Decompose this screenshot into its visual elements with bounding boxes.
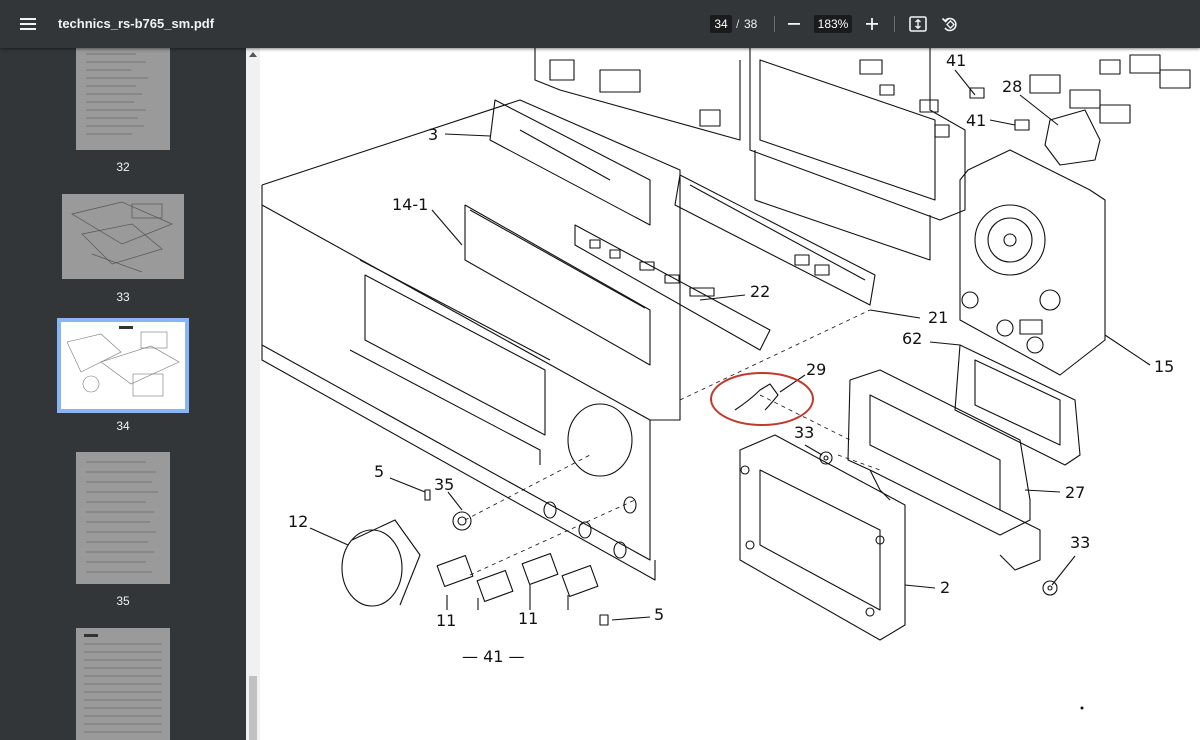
- plus-icon: [866, 18, 878, 30]
- thumbnail-content: [71, 201, 173, 273]
- callout-label: 15: [1154, 357, 1174, 376]
- thumbnail-label: 32: [116, 160, 130, 174]
- page-thumbnail-34[interactable]: [61, 322, 185, 409]
- callout-label: 33: [1070, 533, 1090, 552]
- page-separator: /: [736, 17, 740, 31]
- annotation-circle: [710, 372, 814, 426]
- callout-label: 33: [794, 423, 814, 442]
- callout-label: 5: [374, 462, 384, 481]
- callout-label: 62: [902, 329, 922, 348]
- rotate-counterclockwise-icon: [941, 17, 957, 32]
- fit-page-icon: [909, 16, 927, 32]
- vertical-scrollbar[interactable]: [246, 48, 260, 740]
- document-title: technics_rs-b765_sm.pdf: [58, 16, 215, 31]
- callout-label: 35: [434, 475, 454, 494]
- callout-label: 3: [428, 125, 438, 144]
- callout-label: 41: [946, 51, 966, 70]
- callout-label: 21: [928, 308, 948, 327]
- callout-label: 12: [288, 512, 308, 531]
- hamburger-menu-icon: [20, 18, 36, 30]
- callout-label: 41: [966, 111, 986, 130]
- thumbnail-content: [84, 634, 162, 733]
- callout-label: 2: [940, 578, 950, 597]
- thumbnail-label: 33: [116, 290, 130, 304]
- pdf-page: 3 14-1 22 21 41 41 28 15 62 29 33 27 33 …: [260, 48, 1200, 740]
- document-viewer[interactable]: 3 14-1 22 21 41 41 28 15 62 29 33 27 33 …: [246, 48, 1200, 740]
- callout-label: 27: [1065, 483, 1085, 502]
- menu-button[interactable]: [14, 10, 42, 38]
- zoom-in-button[interactable]: [860, 12, 884, 36]
- page-thumbnail-35[interactable]: [76, 452, 170, 584]
- total-pages: 38: [744, 17, 758, 31]
- fit-to-page-button[interactable]: [906, 12, 930, 36]
- scrollbar-thumb[interactable]: [249, 676, 257, 740]
- zoom-out-button[interactable]: [782, 12, 806, 36]
- callout-label: 11: [436, 611, 456, 630]
- scroll-up-arrow-icon[interactable]: [249, 52, 257, 57]
- page-thumbnail-32[interactable]: [76, 48, 170, 150]
- zoom-level-input[interactable]: 183%: [814, 15, 852, 33]
- current-page-input[interactable]: 34: [710, 15, 732, 33]
- page-thumbnail-33[interactable]: [62, 194, 184, 279]
- callout-label: 22: [750, 282, 770, 301]
- exploded-parts-diagram: 3 14-1 22 21 41 41 28 15 62 29 33 27 33 …: [261, 48, 1191, 710]
- toolbar-divider: [894, 16, 895, 32]
- callout-label: 14-1: [392, 195, 428, 214]
- thumbnail-label: 34: [116, 419, 130, 433]
- callout-label: 5: [654, 605, 664, 624]
- callout-label: 11: [518, 609, 538, 628]
- minus-icon: [788, 23, 800, 25]
- callout-label: 28: [1002, 77, 1022, 96]
- pdf-toolbar: technics_rs-b765_sm.pdf 34 / 38 183%: [0, 0, 1200, 48]
- page-footer-number: — 41 —: [462, 647, 525, 666]
- rotate-button[interactable]: [938, 12, 962, 36]
- thumbnail-content: [86, 53, 148, 135]
- thumbnail-content: [86, 461, 158, 573]
- page-thumbnail-36[interactable]: [76, 628, 170, 740]
- toolbar-divider: [774, 16, 775, 32]
- callout-label: 29: [806, 360, 826, 379]
- thumbnail-sidebar: 32 33 34 35: [0, 48, 246, 740]
- thumbnail-content: [66, 326, 180, 397]
- thumbnail-label: 35: [116, 594, 130, 608]
